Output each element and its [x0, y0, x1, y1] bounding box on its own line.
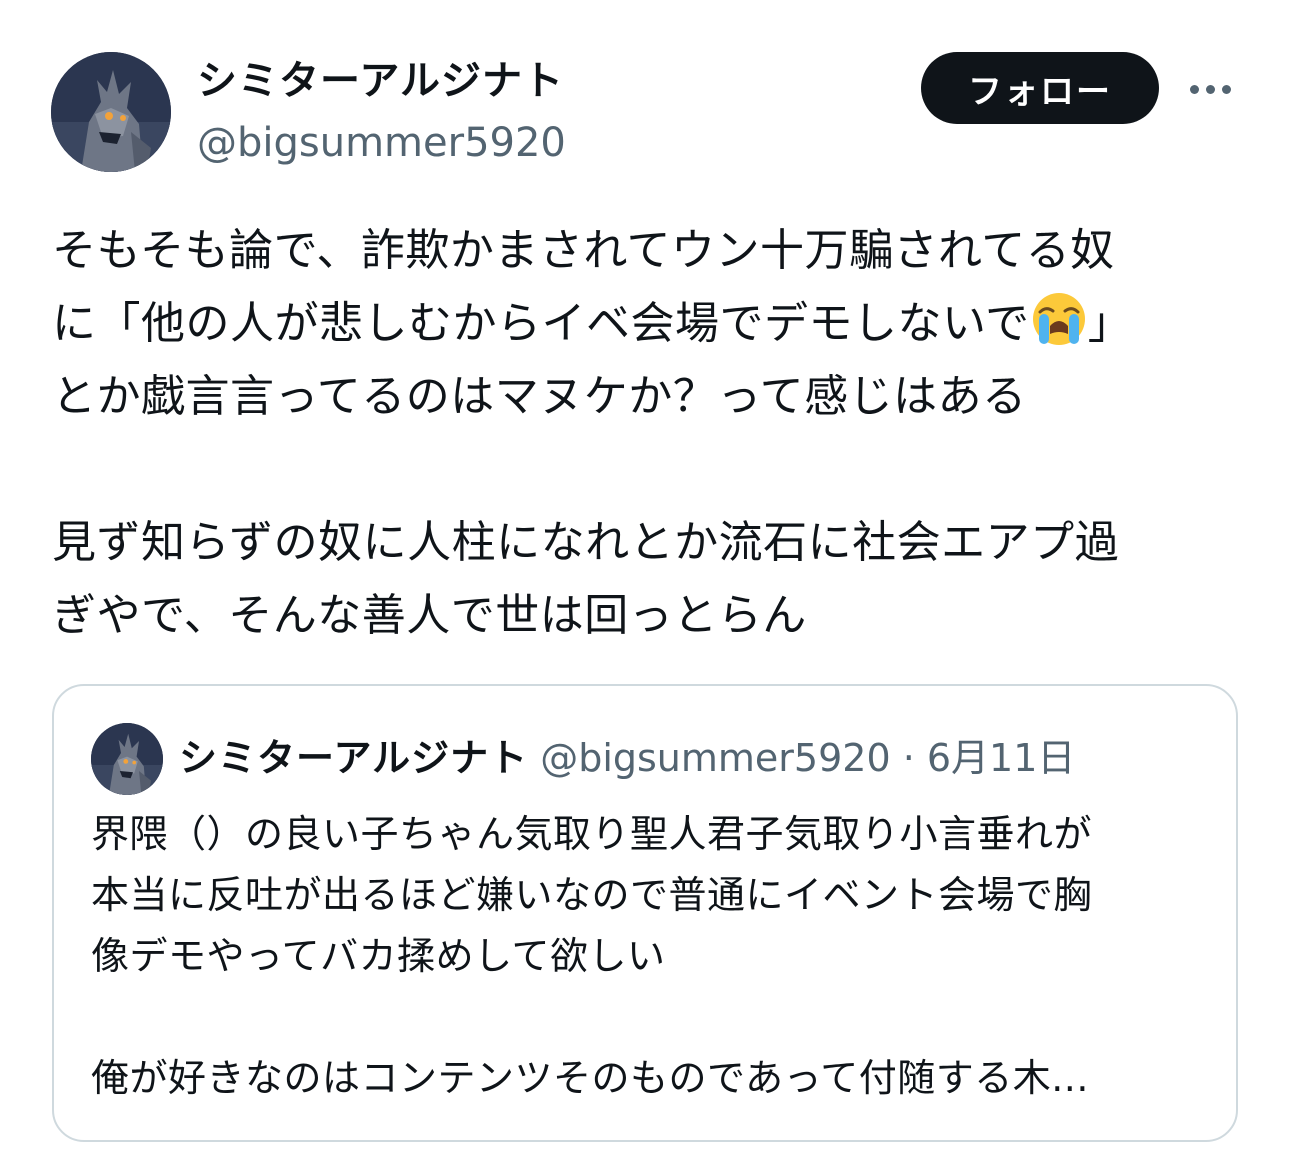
quoted-line: 像デモやってバカ揉めして欲しい — [91, 934, 666, 978]
tweet-text: そもそも論で、詐欺かまされてウン十万騙されてる奴 に「他の人が悲しむからイベ会場… — [52, 214, 1242, 652]
quoted-line: 本当に反吐が出るほど嫌いなので普通にイベント会場で胸 — [91, 873, 1093, 917]
dot — [1221, 84, 1231, 94]
more-options-icon[interactable] — [1182, 72, 1238, 106]
quoted-meta: @bigsummer5920 · 6月11日 — [540, 736, 1076, 780]
quoted-line: 界隈（）の良い子ちゃん気取り聖人君子気取り小言垂れが — [91, 812, 1093, 856]
dot — [1189, 84, 1199, 94]
author-handle[interactable]: @bigsummer5920 — [197, 118, 566, 168]
tweet-line: ぎやで、そんな善人で世は回っとらん — [52, 590, 807, 641]
quoted-line: 俺が好きなのはコンテンツそのものであって付随する木... — [91, 1056, 1089, 1100]
monster-avatar-icon — [91, 723, 163, 795]
tweet-line-text: に「他の人が悲しむからイベ会場でデモしないで — [52, 298, 1030, 349]
monster-avatar-icon — [51, 52, 171, 172]
tweet-line: とか戯言言ってるのはマヌケか？って感じはある — [52, 371, 1027, 422]
loudly-crying-face-icon — [1032, 293, 1085, 345]
follow-button[interactable]: フォロー — [921, 52, 1159, 124]
quoted-display-name[interactable]: シミターアルジナト — [179, 736, 528, 780]
quoted-tweet-card[interactable]: シミターアルジナト @bigsummer5920 · 6月11日 界隈（）の良い… — [52, 684, 1238, 1142]
quoted-header: シミターアルジナト @bigsummer5920 · 6月11日 — [179, 732, 1075, 784]
quoted-avatar[interactable] — [91, 723, 163, 795]
tweet-line: 見ず知らずの奴に人柱になれとか流石に社会エアプ過 — [52, 517, 1120, 568]
tweet-line-text: 」 — [1087, 298, 1133, 349]
author-display-name[interactable]: シミターアルジナト — [197, 56, 564, 106]
tweet-line: に「他の人が悲しむからイベ会場でデモしないで 」 — [52, 287, 1242, 360]
dot — [1205, 84, 1215, 94]
avatar[interactable] — [51, 52, 171, 172]
quoted-tweet-text: 界隈（）の良い子ちゃん気取り聖人君子気取り小言垂れが 本当に反吐が出るほど嫌いな… — [91, 804, 1201, 1109]
tweet-line: そもそも論で、詐欺かまされてウン十万騙されてる奴 — [52, 225, 1115, 276]
